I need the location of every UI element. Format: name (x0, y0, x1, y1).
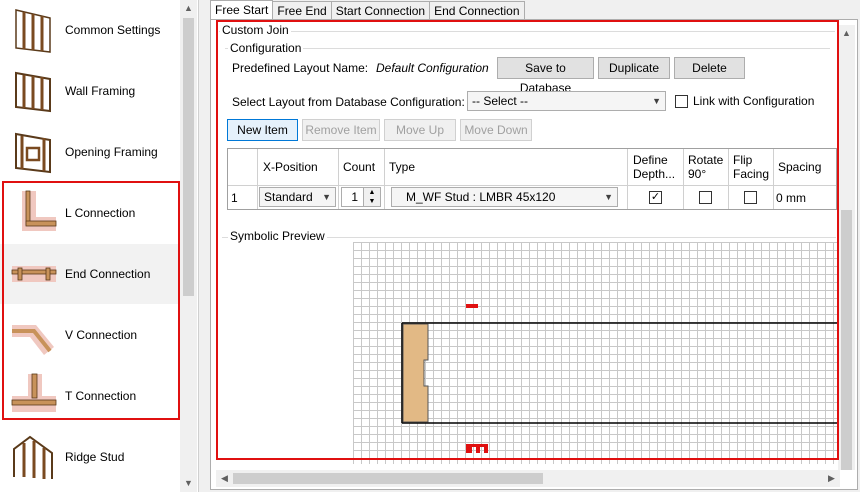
end-connection-icon (11, 266, 57, 282)
scroll-down-icon[interactable]: ▼ (180, 475, 197, 492)
column-header-flip-facing[interactable]: Flip Facing (733, 153, 771, 181)
sidebar-item-l-connection[interactable]: L Connection (0, 183, 180, 243)
duplicate-button[interactable]: Duplicate (598, 57, 670, 79)
tab-free-start[interactable]: Free Start (210, 0, 274, 20)
tab-start-connection[interactable]: Start Connection (330, 1, 431, 20)
chevron-down-icon: ▼ (604, 192, 613, 202)
count-stepper[interactable]: 1 ▲ ▼ (341, 187, 381, 207)
column-header-define-depth[interactable]: Define Depth... (633, 153, 681, 181)
delete-button[interactable]: Delete (674, 57, 745, 79)
v-connection-icon (12, 325, 54, 355)
predefined-layout-label: Predefined Layout Name: (232, 61, 369, 75)
stud-section (402, 323, 429, 423)
link-with-configuration-checkbox[interactable] (675, 95, 688, 108)
sidebar-item-label: Common Settings (65, 23, 161, 37)
predefined-layout-value: Default Configuration (376, 61, 489, 75)
t-connection-icon (11, 373, 57, 412)
x-position-dropdown[interactable]: Standard ▼ (259, 187, 336, 207)
configuration-border (225, 48, 830, 49)
scroll-right-icon[interactable]: ▶ (823, 470, 840, 487)
count-value: 1 (351, 190, 358, 204)
tab-end-connection[interactable]: End Connection (429, 1, 525, 20)
move-down-button[interactable]: Move Down (460, 119, 532, 141)
ridge-stud-icon (13, 435, 53, 479)
sidebar: Common Settings Wall Framing Opening Fra… (0, 0, 199, 492)
type-dropdown[interactable]: M_WF Stud : LMBR 45x120 ▼ (391, 187, 618, 207)
sidebar-item-label: Opening Framing (65, 145, 158, 159)
custom-join-title: Custom Join (220, 23, 291, 37)
panel-vertical-scrollbar[interactable]: ▲ (838, 25, 855, 470)
layout-select-dropdown[interactable]: -- Select -- ▼ (467, 91, 666, 111)
define-depth-checkbox[interactable]: ✓ (649, 191, 662, 204)
sidebar-item-label: Wall Framing (65, 84, 136, 98)
row-index: 1 (231, 191, 238, 205)
panel-horizontal-scrollbar[interactable]: ◀ ▶ (216, 470, 840, 487)
scroll-up-icon[interactable]: ▲ (180, 0, 197, 17)
sidebar-item-t-connection[interactable]: T Connection (0, 366, 180, 426)
l-connection-icon (22, 190, 57, 231)
save-to-database-button[interactable]: Save to Database (497, 57, 594, 95)
tab-free-end[interactable]: Free End (272, 1, 332, 20)
tab-bar: Free Start Free End Start Connection End… (210, 0, 525, 20)
type-value: M_WF Stud : LMBR 45x120 (406, 190, 556, 204)
sidebar-scroll-thumb[interactable] (183, 18, 194, 296)
wall-panel-icon (15, 9, 51, 53)
sidebar-item-ridge-stud[interactable]: Ridge Stud (0, 427, 180, 487)
sidebar-item-label: V Connection (65, 328, 138, 342)
column-header-x-position[interactable]: X-Position (263, 160, 318, 174)
column-header-spacing[interactable]: Spacing (778, 160, 821, 174)
sidebar-item-label: T Connection (65, 389, 137, 403)
column-header-count[interactable]: Count (343, 160, 375, 174)
sidebar-item-common-settings[interactable]: Common Settings (0, 0, 180, 60)
opening-framing-icon (15, 132, 51, 174)
symbolic-preview-canvas (353, 242, 837, 464)
custom-join-border (219, 31, 835, 32)
wall-framing-icon (15, 71, 51, 113)
sidebar-item-wall-framing[interactable]: Wall Framing (0, 61, 180, 121)
flip-facing-checkbox[interactable] (744, 191, 757, 204)
configuration-title: Configuration (228, 41, 304, 55)
scroll-up-icon[interactable]: ▲ (838, 25, 855, 42)
join-preview-drawing (401, 304, 837, 453)
stepper-down-icon[interactable]: ▼ (363, 197, 380, 206)
sidebar-item-end-connection[interactable]: End Connection (0, 244, 180, 304)
sidebar-scrollbar[interactable]: ▲ ▼ (180, 0, 197, 492)
sidebar-item-v-connection[interactable]: V Connection (0, 305, 180, 365)
spacing-value: 0 mm (776, 191, 806, 205)
layout-select-value: -- Select -- (472, 94, 529, 108)
link-with-configuration-label: Link with Configuration (693, 94, 815, 108)
new-item-button[interactable]: New Item (227, 119, 298, 141)
select-layout-label: Select Layout from Database Configuratio… (232, 95, 465, 109)
column-header-type[interactable]: Type (389, 160, 415, 174)
sidebar-item-label: Ridge Stud (65, 450, 125, 464)
scroll-left-icon[interactable]: ◀ (216, 470, 233, 487)
sidebar-item-label: End Connection (65, 267, 151, 281)
rotate-90-checkbox[interactable] (699, 191, 712, 204)
panel-horizontal-scroll-thumb[interactable] (233, 473, 543, 484)
column-header-rotate-90[interactable]: Rotate 90° (688, 153, 726, 181)
start-marker-icon (466, 304, 478, 308)
sidebar-item-opening-framing[interactable]: Opening Framing (0, 122, 180, 182)
x-position-value: Standard (264, 190, 313, 204)
sidebar-item-label: L Connection (65, 206, 136, 220)
move-up-button[interactable]: Move Up (384, 119, 456, 141)
remove-item-button[interactable]: Remove Item (302, 119, 380, 141)
end-marker-icon (466, 444, 488, 453)
chevron-down-icon: ▼ (322, 192, 331, 202)
chevron-down-icon: ▼ (652, 96, 661, 106)
symbolic-preview-title: Symbolic Preview (228, 229, 327, 243)
panel-vertical-scroll-thumb[interactable] (841, 210, 852, 470)
